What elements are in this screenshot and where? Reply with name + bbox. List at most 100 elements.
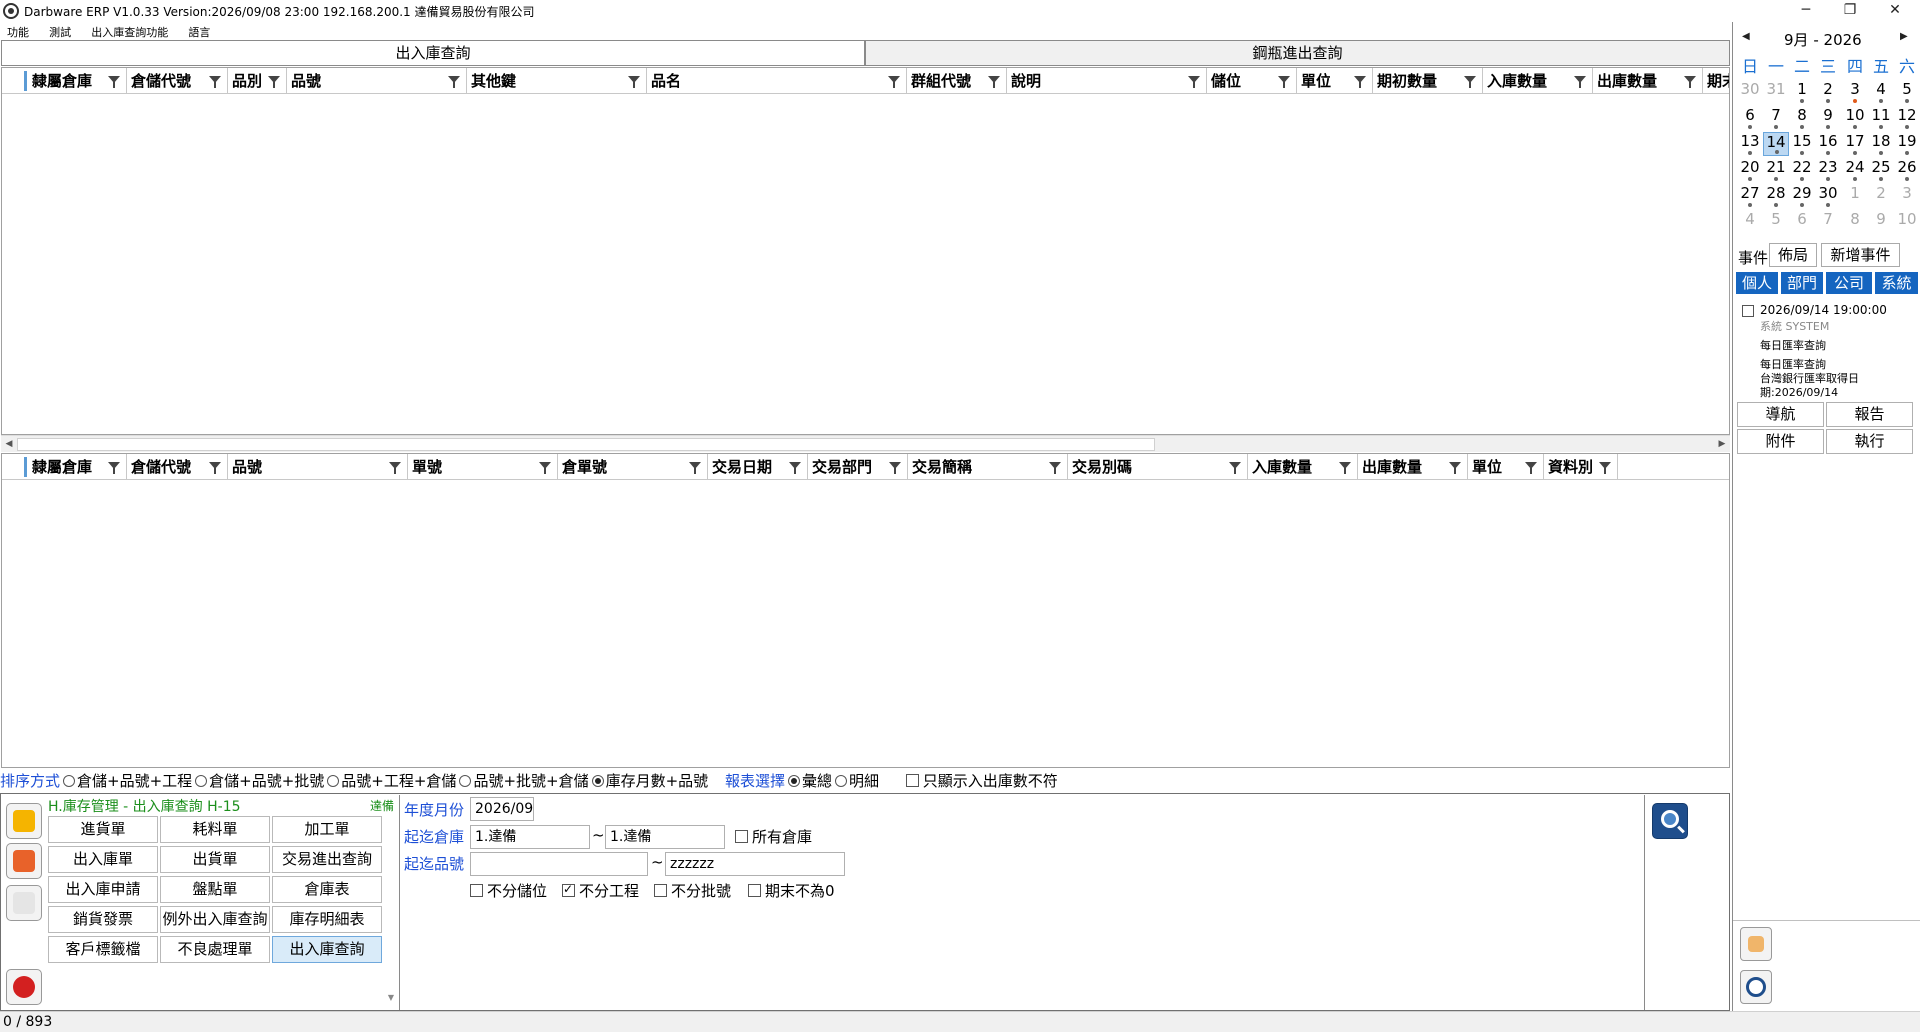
filter-icon[interactable]: [988, 76, 1000, 88]
event-checkbox[interactable]: [1742, 305, 1754, 317]
no-project-checkbox[interactable]: [562, 882, 575, 897]
calendar-day[interactable]: 20: [1737, 158, 1763, 182]
col-unit[interactable]: 單位: [1297, 68, 1373, 94]
clock-button[interactable]: [1740, 970, 1772, 1004]
btn-sales-invoice[interactable]: 銷貨發票: [48, 906, 158, 933]
calendar-day[interactable]: 7: [1763, 106, 1789, 130]
horizontal-scrollbar[interactable]: ◀ ▶: [1, 435, 1730, 452]
calendar-day[interactable]: 25: [1868, 158, 1894, 182]
col-data-type[interactable]: 資料別: [1544, 454, 1618, 480]
filter-icon[interactable]: [209, 76, 221, 88]
col-unit[interactable]: 單位: [1468, 454, 1544, 480]
scope-personal[interactable]: 個人: [1736, 272, 1778, 294]
sort-radio-4[interactable]: [591, 775, 604, 787]
warehouse-from-input[interactable]: 1.達備: [470, 825, 590, 849]
calendar-day[interactable]: 9: [1868, 210, 1894, 234]
btn-stocktake[interactable]: 盤點單: [160, 876, 270, 903]
attachment-button[interactable]: 附件: [1737, 429, 1824, 454]
calendar-day[interactable]: 19: [1894, 132, 1920, 156]
sort-radio-2[interactable]: [327, 775, 340, 787]
btn-inout-request[interactable]: 出入庫申請: [48, 876, 158, 903]
filter-icon[interactable]: [628, 76, 640, 88]
detail-grid[interactable]: 隸屬倉庫 倉儲代號 品號 單號 倉單號 交易日期 交易部門 交易簡稱 交易別碼 …: [1, 453, 1730, 768]
calendar-day[interactable]: 5: [1894, 80, 1920, 104]
end-nonzero-checkbox[interactable]: [748, 884, 761, 897]
warehouse-to-input[interactable]: 1.達備: [605, 825, 725, 849]
filter-icon[interactable]: [1339, 462, 1351, 474]
filter-icon[interactable]: [889, 462, 901, 474]
calendar-day[interactable]: 6: [1789, 210, 1815, 234]
report-radio-summary[interactable]: [787, 775, 800, 787]
calendar-day[interactable]: 10: [1894, 210, 1920, 234]
layout-button[interactable]: 佈局: [1769, 243, 1817, 267]
scope-system[interactable]: 系統: [1875, 272, 1918, 294]
scroll-right-icon[interactable]: ▶: [1714, 436, 1730, 453]
calendar-day[interactable]: 6: [1737, 106, 1763, 130]
calendar-day[interactable]: 15: [1789, 132, 1815, 156]
calendar-day[interactable]: 8: [1842, 210, 1868, 234]
btn-stock-detail[interactable]: 庫存明細表: [272, 906, 382, 933]
filter-icon[interactable]: [888, 76, 900, 88]
calendar-day[interactable]: 1: [1789, 80, 1815, 104]
col-storage-code[interactable]: 倉儲代號: [127, 454, 228, 480]
filter-icon[interactable]: [1464, 76, 1476, 88]
menu-inout-functions[interactable]: 出入庫查詢功能: [84, 22, 177, 40]
folder-button[interactable]: [6, 885, 42, 921]
calendar-day[interactable]: 24: [1842, 158, 1868, 182]
btn-exception-query[interactable]: 例外出入庫查詢: [160, 906, 270, 933]
filter-icon[interactable]: [268, 76, 280, 88]
calendar-day[interactable]: 2: [1815, 80, 1841, 104]
period-input[interactable]: 2026/09: [470, 797, 534, 821]
filter-icon[interactable]: [1599, 462, 1611, 474]
no-batch-checkbox[interactable]: [654, 884, 667, 897]
sort-radio-3[interactable]: [459, 775, 472, 787]
btn-warehouse-table[interactable]: 倉庫表: [272, 876, 382, 903]
calendar-day[interactable]: 30: [1737, 80, 1763, 104]
btn-customer-label[interactable]: 客戶標籤檔: [48, 936, 158, 963]
navigate-button[interactable]: 導航: [1737, 402, 1824, 427]
menu-function[interactable]: 功能: [0, 22, 38, 40]
report-button[interactable]: 報告: [1826, 402, 1913, 427]
calendar-day[interactable]: 12: [1894, 106, 1920, 130]
calendar-day[interactable]: 7: [1815, 210, 1841, 234]
filter-icon[interactable]: [539, 462, 551, 474]
col-ending[interactable]: 期末: [1703, 68, 1729, 94]
no-location-checkbox[interactable]: [470, 884, 483, 897]
calendar-day[interactable]: 18: [1868, 132, 1894, 156]
col-location[interactable]: 儲位: [1207, 68, 1297, 94]
item-to-input[interactable]: zzzzzz: [665, 852, 845, 876]
robot-button[interactable]: [1740, 927, 1772, 961]
calendar-day[interactable]: 2: [1868, 184, 1894, 208]
calendar-day[interactable]: 26: [1894, 158, 1920, 182]
col-warehouse-doc-no[interactable]: 倉單號: [558, 454, 708, 480]
add-event-button[interactable]: 新增事件: [1821, 243, 1900, 267]
menu-test[interactable]: 測試: [42, 22, 80, 40]
col-trans-dept[interactable]: 交易部門: [808, 454, 908, 480]
btn-transaction-query[interactable]: 交易進出查詢: [272, 846, 382, 873]
calendar-day[interactable]: 4: [1868, 80, 1894, 104]
scroll-down-icon[interactable]: ▼: [384, 993, 398, 1009]
calendar-day[interactable]: 17: [1842, 132, 1868, 156]
calendar-day[interactable]: 31: [1763, 80, 1789, 104]
col-storage-code[interactable]: 倉儲代號: [127, 68, 228, 94]
calendar-day[interactable]: 1: [1842, 184, 1868, 208]
tools-button[interactable]: [6, 843, 42, 879]
calendar-day[interactable]: 22: [1789, 158, 1815, 182]
col-trans-date[interactable]: 交易日期: [708, 454, 808, 480]
col-warehouse[interactable]: 隸屬倉庫: [28, 68, 127, 94]
calendar-day[interactable]: 16: [1815, 132, 1841, 156]
calendar-day[interactable]: 27: [1737, 184, 1763, 208]
calendar-day[interactable]: 3: [1894, 184, 1920, 208]
col-doc-no[interactable]: 單號: [408, 454, 558, 480]
btn-defect-handling[interactable]: 不良處理單: [160, 936, 270, 963]
execute-button[interactable]: 執行: [1826, 429, 1913, 454]
filter-icon[interactable]: [1449, 462, 1461, 474]
filter-icon[interactable]: [108, 76, 120, 88]
scroll-thumb[interactable]: [17, 438, 1155, 451]
filter-icon[interactable]: [1049, 462, 1061, 474]
sort-radio-1[interactable]: [195, 775, 208, 787]
col-item-type[interactable]: 品別: [228, 68, 287, 94]
btn-inout-query[interactable]: 出入庫查詢: [272, 936, 382, 963]
summary-grid[interactable]: 隸屬倉庫 倉儲代號 品別 品號 其他鍵 品名 群組代號 說明 儲位 單位 期初數…: [1, 67, 1730, 435]
btn-purchase-receipt[interactable]: 進貨單: [48, 816, 158, 843]
